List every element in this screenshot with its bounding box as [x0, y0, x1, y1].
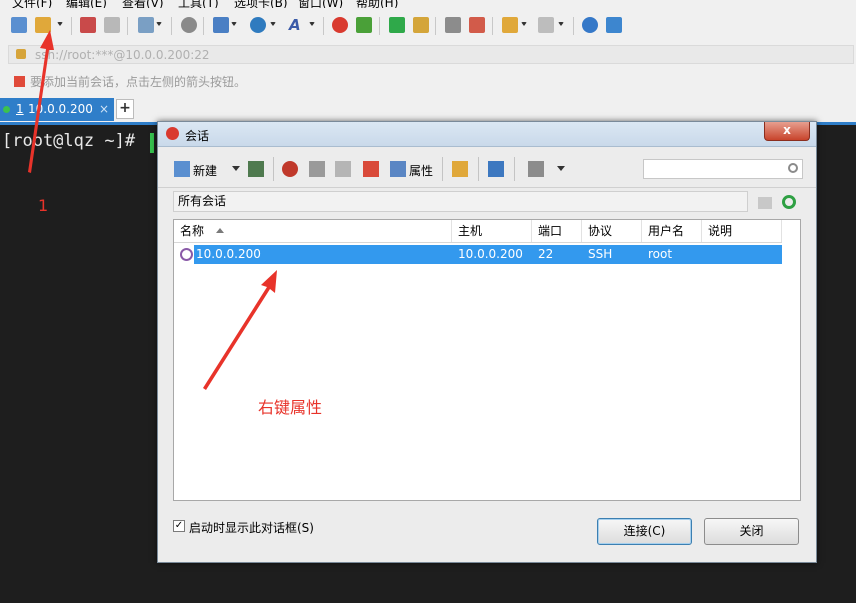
annotation-arrow-diagonal-icon: [203, 270, 277, 390]
annotation-overlay: [28, 30, 277, 390]
lock-icon: [16, 49, 26, 59]
annotation-arrow-up-icon: [28, 30, 54, 173]
annotation-number: 1: [38, 196, 49, 215]
annotation-note: 右键属性: [258, 398, 323, 417]
